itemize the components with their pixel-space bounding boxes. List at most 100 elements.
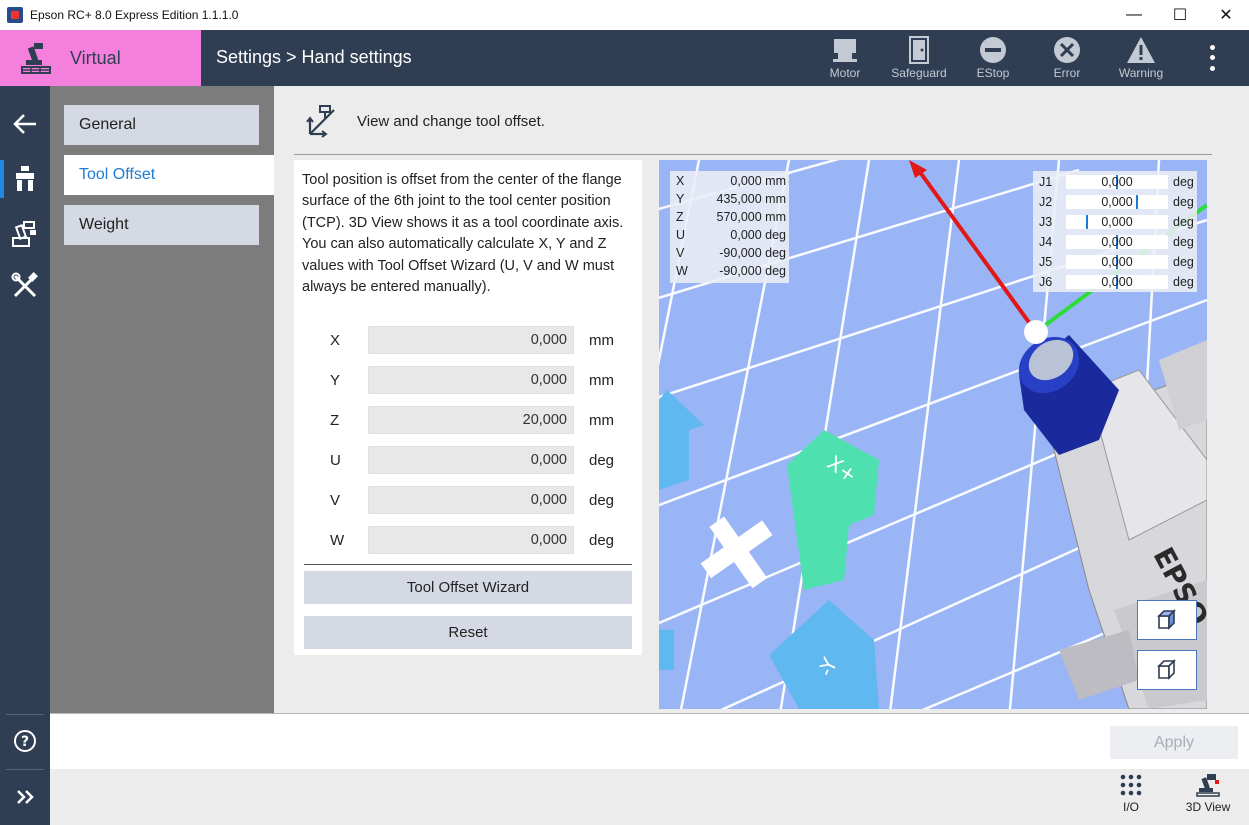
tool-offset-form: Tool position is offset from the center … [294,160,642,655]
view-perspective-button[interactable] [1137,600,1197,640]
description: Tool position is offset from the center … [302,170,636,298]
submenu-item-general[interactable]: General [64,105,259,145]
robot-icon[interactable] [0,214,50,254]
joint-readout: J1 0,000 deg J2 0,000 deg J3 0,000 deg J… [1033,171,1197,292]
field-v: V 0,000 deg [294,486,642,514]
cube-outline-icon [1157,659,1176,680]
robot-3d-icon [1196,774,1220,797]
door-icon [904,36,934,64]
field-w: W 0,000 deg [294,526,642,554]
window-title: Epson RC+ 8.0 Express Edition 1.1.1.0 [30,8,239,22]
y-input[interactable]: 0,000 [368,366,574,394]
content-header: View and change tool offset. [274,86,1249,156]
coord-row-v: V -90,000 deg [676,246,786,260]
status-motor[interactable]: Motor [808,30,882,86]
status-safeguard[interactable]: Safeguard [882,30,956,86]
field-y: Y 0,000 mm [294,366,642,394]
w-input[interactable]: 0,000 [368,526,574,554]
joint-row-j6: J6 0,000 deg [1039,275,1194,289]
maximize-button[interactable]: ☐ [1157,0,1203,30]
more-menu-icon[interactable] [1200,42,1224,74]
content-area: View and change tool offset. Tool positi… [274,86,1249,713]
field-z: Z 20,000 mm [294,406,642,434]
io-button[interactable]: I/O [1094,769,1168,825]
cube-icon [1157,609,1176,630]
status-label: Warning [1118,66,1164,80]
field-label: U [330,452,341,469]
status-label: Safeguard [891,66,947,80]
mode-label: Virtual [70,47,121,68]
svg-text:?: ? [21,734,29,750]
virtual-robot-icon [18,40,54,76]
tool-offset-wizard-button[interactable]: Tool Offset Wizard [304,571,632,604]
field-label: Y [330,372,341,389]
3d-view[interactable]: X+ -Y EPSO X 0,000 mm Y 435,000 mm Z 570,00… [659,160,1207,709]
status-label: EStop [976,66,1010,80]
io-label: I/O [1122,800,1139,814]
window-controls: — ☐ ✕ [1111,0,1249,30]
coord-row-u: U 0,000 deg [676,228,786,242]
warning-triangle-icon [1126,36,1156,64]
z-input[interactable]: 20,000 [368,406,574,434]
u-input[interactable]: 0,000 [368,446,574,474]
status-warning[interactable]: Warning [1104,30,1178,86]
field-label: V [330,492,341,509]
close-button[interactable]: ✕ [1203,0,1249,30]
3d-view-button[interactable]: 3D View [1171,769,1245,825]
content-header-text: View and change tool offset. [357,113,545,130]
settings-submenu: General Tool Offset Weight [50,86,274,713]
v-input[interactable]: 0,000 [368,486,574,514]
submenu-item-tool-offset[interactable]: Tool Offset [64,155,274,195]
app-icon [7,7,23,23]
help-icon[interactable]: ? [0,721,50,761]
apply-button[interactable]: Apply [1110,726,1238,759]
field-unit: deg [589,532,615,549]
field-unit: mm [589,372,614,389]
field-label: X [330,332,341,349]
expand-icon[interactable] [0,777,50,817]
estop-icon [978,36,1008,64]
joint-row-j4: J4 0,000 deg [1039,235,1194,249]
submenu-item-weight[interactable]: Weight [64,205,259,245]
coordinate-readout: X 0,000 mm Y 435,000 mm Z 570,000 mm U 0,000… [670,171,789,283]
status-error[interactable]: Error [1030,30,1104,86]
joint-row-j2: J2 0,000 deg [1039,195,1194,209]
field-unit: deg [589,492,615,509]
title-bar: Epson RC+ 8.0 Express Edition 1.1.1.0 — … [0,0,1249,30]
coord-row-w: W -90,000 deg [676,264,786,278]
breadcrumb: Settings > Hand settings [216,47,412,67]
error-x-icon [1052,36,1082,64]
field-u: U 0,000 deg [294,446,642,474]
description-paragraph: Tool position is offset from the center … [302,172,624,231]
coord-row-x: X 0,000 mm [676,174,786,188]
coord-row-z: Z 570,000 mm [676,210,786,224]
field-label: Z [330,412,340,429]
main-sidebar: ? [0,86,50,825]
view-reset-button[interactable] [1137,650,1197,690]
motor-icon [830,36,860,64]
field-unit: mm [589,412,614,429]
status-label: Motor [829,66,861,80]
joint-row-j5: J5 0,000 deg [1039,255,1194,269]
joint-row-j1: J1 0,000 deg [1039,175,1194,189]
reset-button[interactable]: Reset [304,616,632,649]
field-unit: mm [589,332,614,349]
field-unit: deg [589,452,615,469]
footer-bar: I/O 3D View [50,769,1249,825]
minimize-button[interactable]: — [1111,0,1157,30]
hand-icon[interactable] [0,159,50,199]
mode-indicator[interactable]: Virtual [0,30,201,86]
tools-icon[interactable] [0,266,50,306]
field-label: W [330,532,345,549]
status-label: Error [1053,66,1081,80]
coord-row-y: Y 435,000 mm [676,192,786,206]
3d-view-label: 3D View [1185,800,1231,814]
io-grid-icon [1120,774,1142,796]
app-header: Virtual Settings > Hand settings Motor S… [0,30,1249,86]
tool-offset-icon [306,104,340,138]
field-x: X 0,000 mm [294,326,642,354]
joint-row-j3: J3 0,000 deg [1039,215,1194,229]
x-input[interactable]: 0,000 [368,326,574,354]
back-arrow-icon[interactable] [0,104,50,144]
status-estop[interactable]: EStop [956,30,1030,86]
